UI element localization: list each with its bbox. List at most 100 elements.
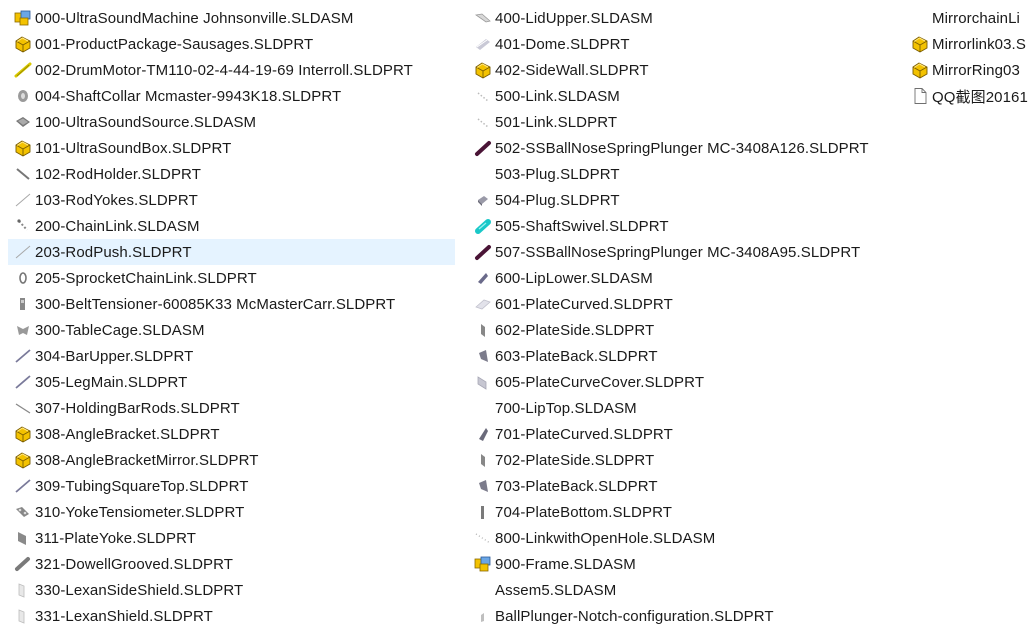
part-yellow-icon xyxy=(14,425,32,443)
file-item[interactable]: 602-PlateSide.SLDPRT xyxy=(468,317,908,343)
file-item[interactable]: 101-UltraSoundBox.SLDPRT xyxy=(8,135,455,161)
file-item[interactable]: 800-LinkwithOpenHole.SLDASM xyxy=(468,525,908,551)
file-item[interactable]: 311-PlateYoke.SLDPRT xyxy=(8,525,455,551)
file-name: 400-LidUpper.SLDASM xyxy=(495,9,653,27)
file-item[interactable]: 102-RodHolder.SLDPRT xyxy=(8,161,455,187)
file-item[interactable]: 004-ShaftCollar Mcmaster-9943K18.SLDPRT xyxy=(8,83,455,109)
file-name: 603-PlateBack.SLDPRT xyxy=(495,347,658,365)
file-name: 401-Dome.SLDPRT xyxy=(495,35,630,53)
file-item[interactable]: 307-HoldingBarRods.SLDPRT xyxy=(8,395,455,421)
file-item[interactable]: 605-PlateCurveCover.SLDPRT xyxy=(468,369,908,395)
file-item[interactable]: Assem5.SLDASM xyxy=(468,577,908,603)
file-item[interactable]: 309-TubingSquareTop.SLDPRT xyxy=(8,473,455,499)
file-name: MirrorchainLi xyxy=(932,9,1020,27)
file-item[interactable]: 000-UltraSoundMachine Johnsonville.SLDAS… xyxy=(8,5,455,31)
file-name: Assem5.SLDASM xyxy=(495,581,617,599)
file-item[interactable]: 704-PlateBottom.SLDPRT xyxy=(468,499,908,525)
file-item[interactable]: 600-LipLower.SLDASM xyxy=(468,265,908,291)
file-name: 504-Plug.SLDPRT xyxy=(495,191,620,209)
file-item[interactable]: QQ截图20161 xyxy=(905,83,1029,109)
part-yellow-icon xyxy=(14,139,32,157)
file-item[interactable]: 501-Link.SLDPRT xyxy=(468,109,908,135)
file-name: 605-PlateCurveCover.SLDPRT xyxy=(495,373,705,391)
file-item[interactable]: 321-DowellGrooved.SLDPRT xyxy=(8,551,455,577)
file-name: 305-LegMain.SLDPRT xyxy=(35,373,188,391)
shield-icon xyxy=(14,607,32,625)
file-item[interactable]: 402-SideWall.SLDPRT xyxy=(468,57,908,83)
file-name: 704-PlateBottom.SLDPRT xyxy=(495,503,673,521)
file-item[interactable]: Mirrorlink03.S xyxy=(905,31,1029,57)
file-item[interactable]: BallPlunger-Notch-configuration.SLDPRT xyxy=(468,603,908,629)
file-item[interactable]: 300-BeltTensioner-60085K33 McMasterCarr.… xyxy=(8,291,455,317)
file-item[interactable]: 400-LidUpper.SLDASM xyxy=(468,5,908,31)
file-item[interactable]: 505-ShaftSwivel.SLDPRT xyxy=(468,213,908,239)
file-item[interactable]: 304-BarUpper.SLDPRT xyxy=(8,343,455,369)
curve-cover-icon xyxy=(474,373,492,391)
plug-icon xyxy=(474,191,492,209)
tensioner-icon xyxy=(14,295,32,313)
document-icon xyxy=(911,87,929,105)
file-name: BallPlunger-Notch-configuration.SLDPRT xyxy=(495,607,774,625)
file-item[interactable]: 205-SprocketChainLink.SLDPRT xyxy=(8,265,455,291)
curved-plate-light-icon xyxy=(474,295,492,313)
link-icon xyxy=(474,87,492,105)
file-name: 702-PlateSide.SLDPRT xyxy=(495,451,655,469)
plate-icon xyxy=(14,529,32,547)
file-name: 310-YokeTensiometer.SLDPRT xyxy=(35,503,245,521)
blank-icon xyxy=(474,165,492,183)
yoke-icon xyxy=(14,503,32,521)
file-item[interactable]: 703-PlateBack.SLDPRT xyxy=(468,473,908,499)
rod-holder-icon xyxy=(14,165,32,183)
file-item[interactable]: 504-Plug.SLDPRT xyxy=(468,187,908,213)
plunger-icon xyxy=(474,139,492,157)
file-item[interactable]: 603-PlateBack.SLDPRT xyxy=(468,343,908,369)
file-item[interactable]: 702-PlateSide.SLDPRT xyxy=(468,447,908,473)
thin-rod-icon xyxy=(14,191,32,209)
file-item[interactable]: 507-SSBallNoseSpringPlunger MC-3408A95.S… xyxy=(468,239,908,265)
file-item[interactable]: 331-LexanShield.SLDPRT xyxy=(8,603,455,629)
assembly-icon xyxy=(14,9,32,27)
file-name: 311-PlateYoke.SLDPRT xyxy=(35,529,196,547)
file-name: 503-Plug.SLDPRT xyxy=(495,165,620,183)
shield-icon xyxy=(14,581,32,599)
cage-icon xyxy=(14,321,32,339)
file-item[interactable]: 203-RodPush.SLDPRT xyxy=(8,239,455,265)
file-item[interactable]: 001-ProductPackage-Sausages.SLDPRT xyxy=(8,31,455,57)
file-name: 304-BarUpper.SLDPRT xyxy=(35,347,194,365)
file-name: 101-UltraSoundBox.SLDPRT xyxy=(35,139,232,157)
file-item[interactable]: 330-LexanSideShield.SLDPRT xyxy=(8,577,455,603)
file-name: Mirrorlink03.S xyxy=(932,35,1026,53)
file-item[interactable]: 900-Frame.SLDASM xyxy=(468,551,908,577)
file-column-2: 400-LidUpper.SLDASM 401-Dome.SLDPRT 402-Si… xyxy=(468,5,908,629)
file-item[interactable]: 300-TableCage.SLDASM xyxy=(8,317,455,343)
file-item[interactable]: 200-ChainLink.SLDASM xyxy=(8,213,455,239)
file-item[interactable]: 700-LipTop.SLDASM xyxy=(468,395,908,421)
bar-icon xyxy=(14,477,32,495)
file-item[interactable]: 103-RodYokes.SLDPRT xyxy=(8,187,455,213)
collar-icon xyxy=(14,87,32,105)
file-item[interactable]: 308-AngleBracket.SLDPRT xyxy=(8,421,455,447)
file-item[interactable]: 701-PlateCurved.SLDPRT xyxy=(468,421,908,447)
curved-plate-icon xyxy=(474,425,492,443)
lip-icon xyxy=(474,269,492,287)
file-name: 103-RodYokes.SLDPRT xyxy=(35,191,198,209)
file-name: 300-TableCage.SLDASM xyxy=(35,321,205,339)
file-item[interactable]: MirrorchainLi xyxy=(905,5,1029,31)
file-item[interactable]: 500-Link.SLDASM xyxy=(468,83,908,109)
file-item[interactable]: 502-SSBallNoseSpringPlunger MC-3408A126.… xyxy=(468,135,908,161)
file-name: MirrorRing03 xyxy=(932,61,1020,79)
file-name: 205-SprocketChainLink.SLDPRT xyxy=(35,269,257,287)
file-item[interactable]: 100-UltraSoundSource.SLDASM xyxy=(8,109,455,135)
swivel-icon xyxy=(474,217,492,235)
file-item[interactable]: 305-LegMain.SLDPRT xyxy=(8,369,455,395)
file-name: 602-PlateSide.SLDPRT xyxy=(495,321,655,339)
file-item[interactable]: 308-AngleBracketMirror.SLDPRT xyxy=(8,447,455,473)
dowel-icon xyxy=(14,555,32,573)
file-item[interactable]: 601-PlateCurved.SLDPRT xyxy=(468,291,908,317)
file-item[interactable]: 503-Plug.SLDPRT xyxy=(468,161,908,187)
file-item[interactable]: MirrorRing03 xyxy=(905,57,1029,83)
file-item[interactable]: 310-YokeTensiometer.SLDPRT xyxy=(8,499,455,525)
file-item[interactable]: 002-DrumMotor-TM110-02-4-44-19-69 Interr… xyxy=(8,57,455,83)
assembly-icon xyxy=(474,555,492,573)
file-item[interactable]: 401-Dome.SLDPRT xyxy=(468,31,908,57)
